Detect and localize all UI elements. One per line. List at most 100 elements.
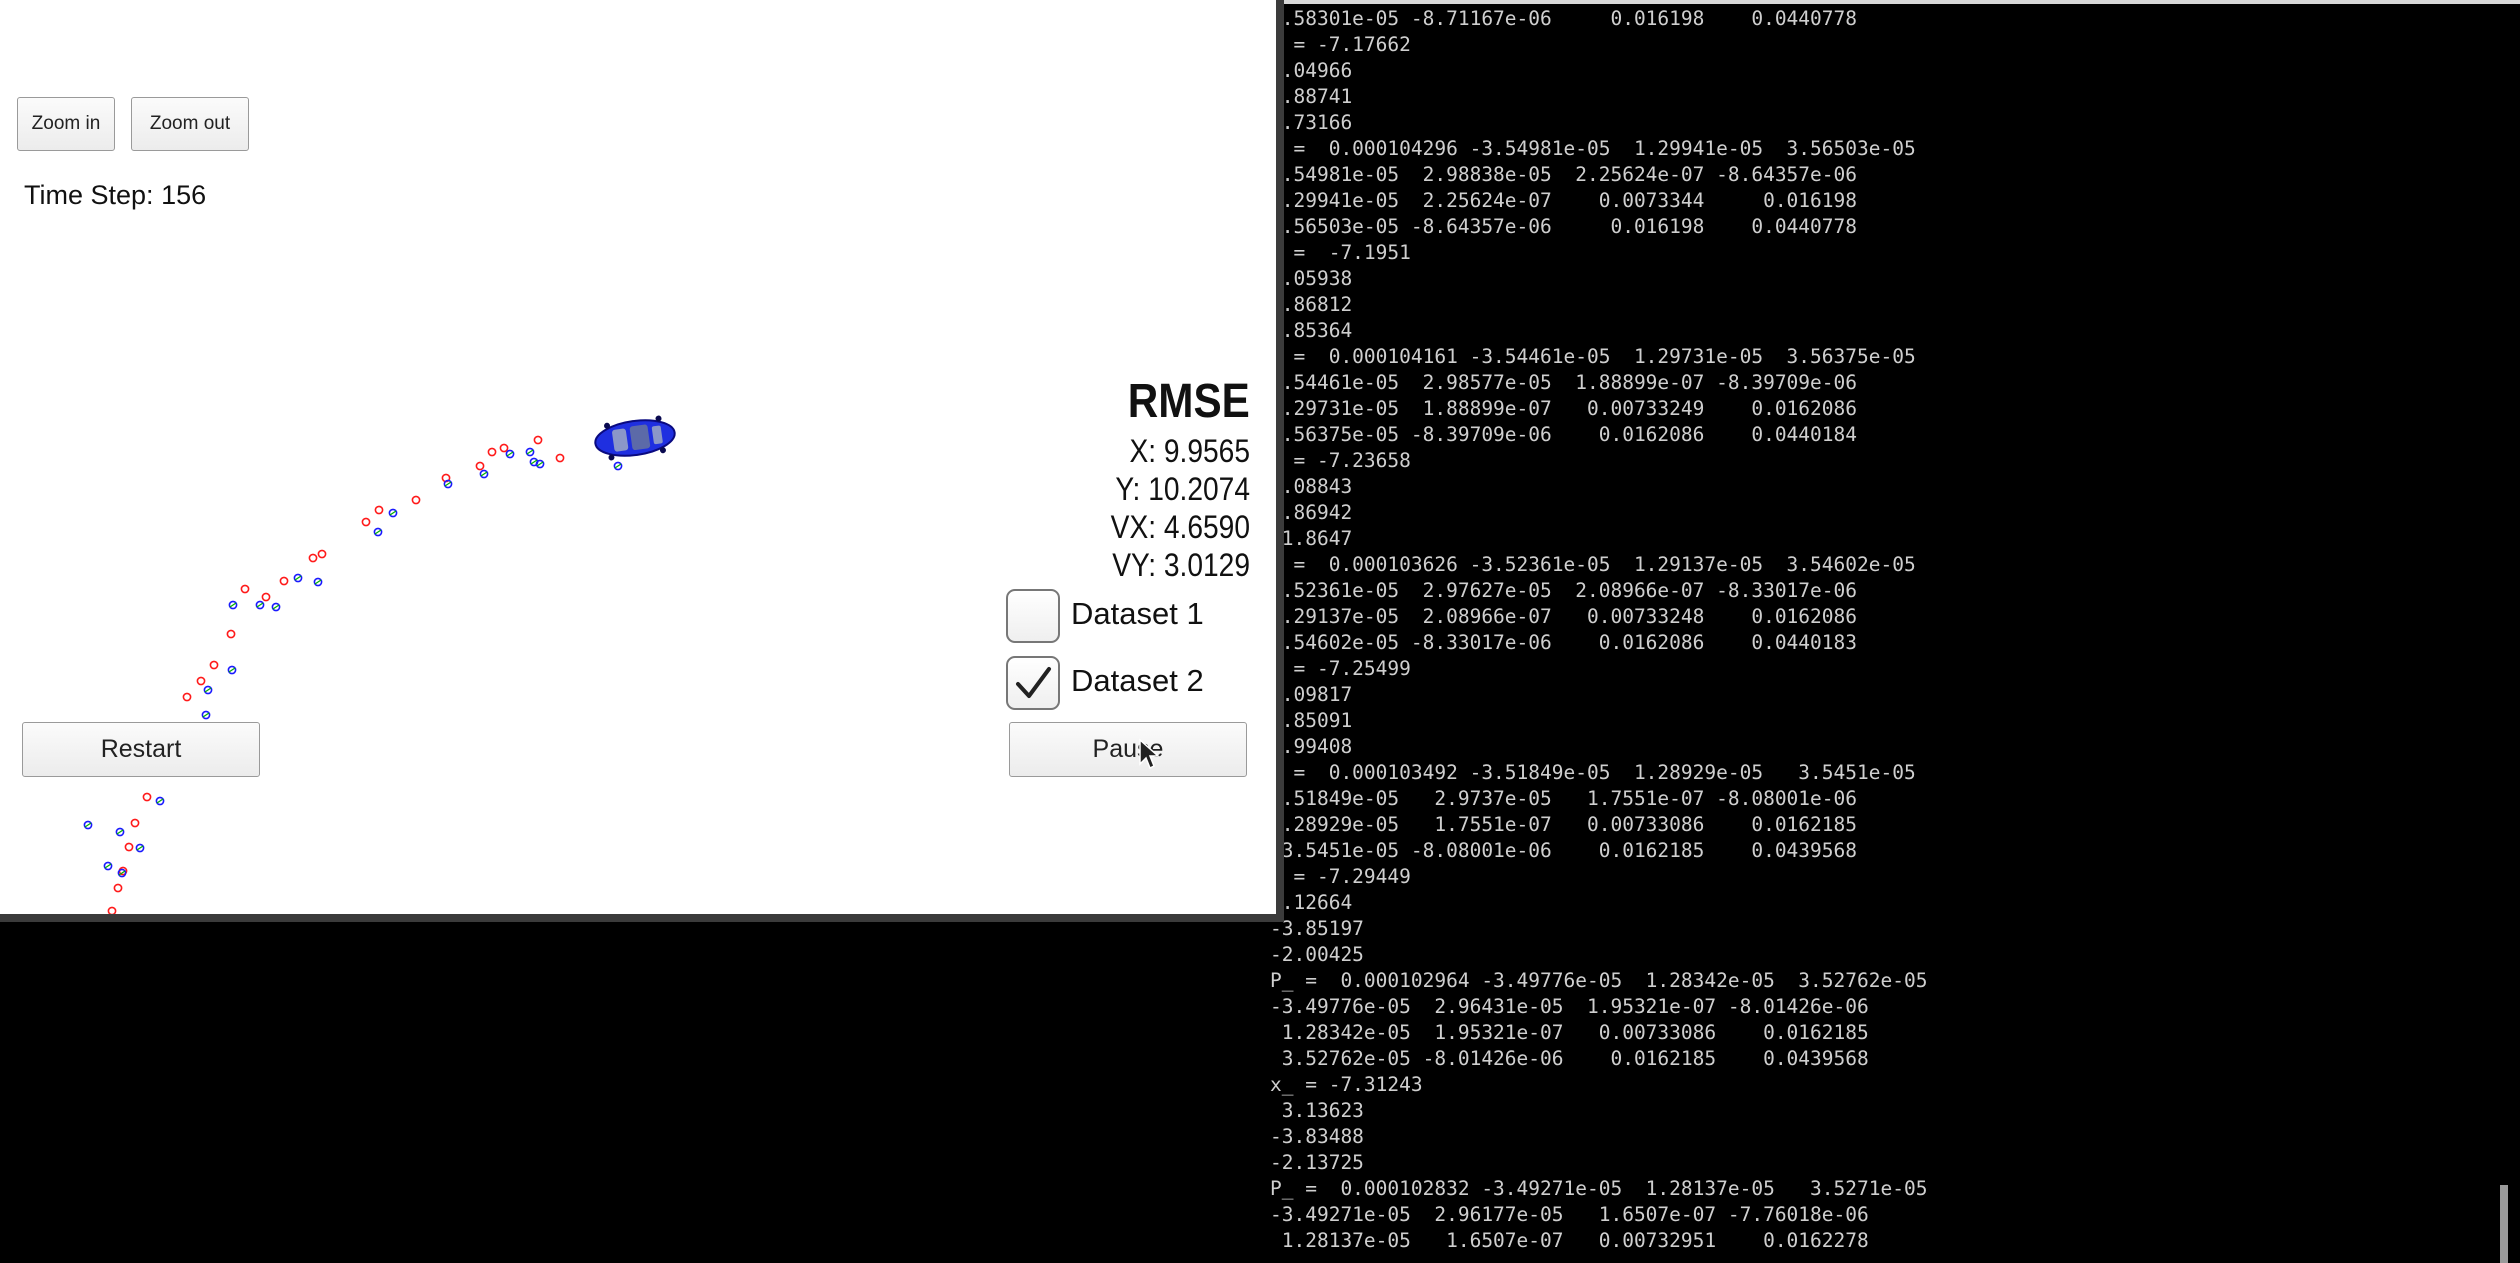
terminal-line: 3.54461e-05 2.98577e-05 1.88899e-07 -8.3… [1270, 371, 1857, 394]
lidar-marker [261, 592, 271, 602]
lidar-marker [308, 553, 318, 563]
terminal-line: 3.54602e-05 -8.33017e-06 0.0162086 0.044… [1270, 631, 1857, 654]
radar-velocity-arrow [480, 471, 488, 477]
rmse-x-value: 9.9565 [1163, 433, 1250, 469]
dataset1-checkbox[interactable] [1006, 589, 1060, 643]
lidar-marker [240, 584, 250, 594]
radar-velocity-arrow [256, 602, 264, 608]
checkmark-icon [1016, 667, 1051, 698]
rmse-y: Y: 10.2074 [1109, 470, 1250, 508]
rmse-vy-label: VY: [1112, 547, 1157, 583]
zoom-out-button[interactable]: Zoom out [131, 97, 249, 151]
terminal-line: 1.28342e-05 1.95321e-07 0.00733086 0.016… [1270, 1021, 1869, 1044]
lidar-marker [487, 447, 497, 457]
radar-velocity-arrow [156, 798, 164, 804]
terminal-line: 3.56375e-05 -8.39709e-06 0.0162086 0.044… [1270, 423, 1857, 446]
terminal-line: _ = 0.000103492 -3.51849e-05 1.28929e-05… [1270, 761, 1916, 784]
terminal-title-bar-edge [1284, 0, 2520, 4]
terminal-line: _ = -7.17662 [1270, 33, 1411, 56]
terminal-line: _ = -7.23658 [1270, 449, 1411, 472]
radar-velocity-arrow [204, 687, 212, 693]
terminal-line: 3.52361e-05 2.97627e-05 2.08966e-07 -8.3… [1270, 579, 1857, 602]
rmse-x-label: X: [1129, 433, 1157, 469]
lidar-marker [475, 461, 485, 471]
time-step-label: Time Step: [24, 180, 154, 210]
lidar-marker [374, 505, 384, 515]
terminal-line: _ = 0.000104296 -3.54981e-05 1.29941e-05… [1270, 137, 1916, 160]
dataset1-label[interactable]: Dataset 1 [1071, 596, 1204, 632]
rmse-title: RMSE [1127, 375, 1250, 428]
car-icon [594, 415, 676, 461]
lidar-marker [361, 517, 371, 527]
lidar-marker [279, 576, 289, 586]
lidar-marker [113, 883, 123, 893]
radar-velocity-arrow [526, 449, 534, 455]
radar-velocity-arrow [506, 451, 514, 457]
lidar-marker [209, 660, 219, 670]
rmse-panel: RMSE X: 9.9565 Y: 10.2074 VX: 4.6590 VY:… [1090, 372, 1250, 584]
time-step-readout: Time Step: 156 [24, 180, 206, 211]
measurement-markers [83, 435, 623, 914]
terminal-line: 3.13623 [1270, 1099, 1364, 1122]
lidar-marker [317, 549, 327, 559]
lidar-marker [142, 792, 152, 802]
dataset2-checkbox[interactable] [1006, 656, 1060, 710]
zoom-in-button[interactable]: Zoom in [17, 97, 115, 151]
radar-velocity-arrow [314, 579, 322, 585]
terminal-line: 3.52762e-05 -8.01426e-06 0.0162185 0.043… [1270, 1047, 1869, 1070]
terminal-line: 1.29941e-05 2.25624e-07 0.0073344 0.0161… [1270, 189, 1857, 212]
terminal-line: 3.58301e-05 -8.71167e-06 0.016198 0.0440… [1270, 7, 1857, 30]
radar-velocity-arrow [202, 712, 210, 718]
radar-velocity-arrow [136, 845, 144, 851]
lidar-marker [226, 629, 236, 639]
radar-velocity-arrow [228, 667, 236, 673]
terminal-line: -2.00425 [1270, 943, 1364, 966]
pause-button[interactable]: Pause [1009, 722, 1247, 777]
lidar-marker [411, 495, 421, 505]
lidar-marker [182, 692, 192, 702]
terminal-line: x_ = -7.31243 [1270, 1073, 1423, 1096]
terminal-line: P_ = 0.000102964 -3.49776e-05 1.28342e-0… [1270, 969, 1928, 992]
terminal-line: 3.5451e-05 -8.08001e-06 0.0162185 0.0439… [1270, 839, 1857, 862]
lidar-marker [124, 842, 134, 852]
lidar-marker [555, 453, 565, 463]
radar-velocity-arrow [104, 863, 112, 869]
simulator-window-border [1276, 0, 1284, 922]
terminal-scrollbar[interactable] [2500, 1185, 2508, 1263]
rmse-vx-value: 4.6590 [1163, 509, 1250, 545]
radar-velocity-arrow [389, 510, 397, 516]
radar-velocity-arrow [116, 829, 124, 835]
radar-velocity-arrow [272, 604, 280, 610]
restart-button[interactable]: Restart [22, 722, 260, 777]
dataset2-label[interactable]: Dataset 2 [1071, 663, 1204, 699]
simulator-window: Zoom in Zoom out Time Step: 156 RMSE X: … [0, 0, 1276, 914]
rmse-y-label: Y: [1115, 471, 1141, 507]
terminal-line: -3.85197 [1270, 917, 1364, 940]
terminal-line: _ = -7.1951 [1270, 241, 1411, 264]
rmse-y-value: 10.2074 [1148, 471, 1250, 507]
terminal-line: _ = 0.000103626 -3.52361e-05 1.29137e-05… [1270, 553, 1916, 576]
terminal-line: -2.13725 [1270, 1151, 1364, 1174]
rmse-vy: VY: 3.0129 [1109, 546, 1250, 584]
terminal-line: 1.29137e-05 2.08966e-07 0.00733248 0.016… [1270, 605, 1857, 628]
radar-velocity-arrow [84, 822, 92, 828]
terminal-line: -3.83488 [1270, 1125, 1364, 1148]
terminal-line: _ = -7.29449 [1270, 865, 1411, 888]
rmse-vx: VX: 4.6590 [1109, 508, 1250, 546]
terminal-line: -3.49271e-05 2.96177e-05 1.6507e-07 -7.7… [1270, 1203, 1869, 1226]
radar-velocity-arrow [294, 575, 302, 581]
lidar-marker [499, 443, 509, 453]
terminal-line: 1.29731e-05 1.88899e-07 0.00733249 0.016… [1270, 397, 1857, 420]
terminal-line: 3.54981e-05 2.98838e-05 2.25624e-07 -8.6… [1270, 163, 1857, 186]
terminal-window[interactable]: 3.58301e-05 -8.71167e-06 0.016198 0.0440… [1250, 0, 2520, 1263]
radar-velocity-arrow [374, 529, 382, 535]
terminal-line: 3.51849e-05 2.9737e-05 1.7551e-07 -8.080… [1270, 787, 1857, 810]
terminal-line: P_ = 0.000102832 -3.49271e-05 1.28137e-0… [1270, 1177, 1928, 1200]
simulator-window-border-bottom [0, 914, 1284, 922]
rmse-x: X: 9.9565 [1109, 432, 1250, 470]
radar-velocity-arrow [614, 463, 622, 469]
terminal-line: 1.28137e-05 1.6507e-07 0.00732951 0.0162… [1270, 1229, 1869, 1252]
time-step-value: 156 [161, 180, 207, 210]
lidar-marker [130, 818, 140, 828]
radar-velocity-arrow [444, 481, 452, 487]
